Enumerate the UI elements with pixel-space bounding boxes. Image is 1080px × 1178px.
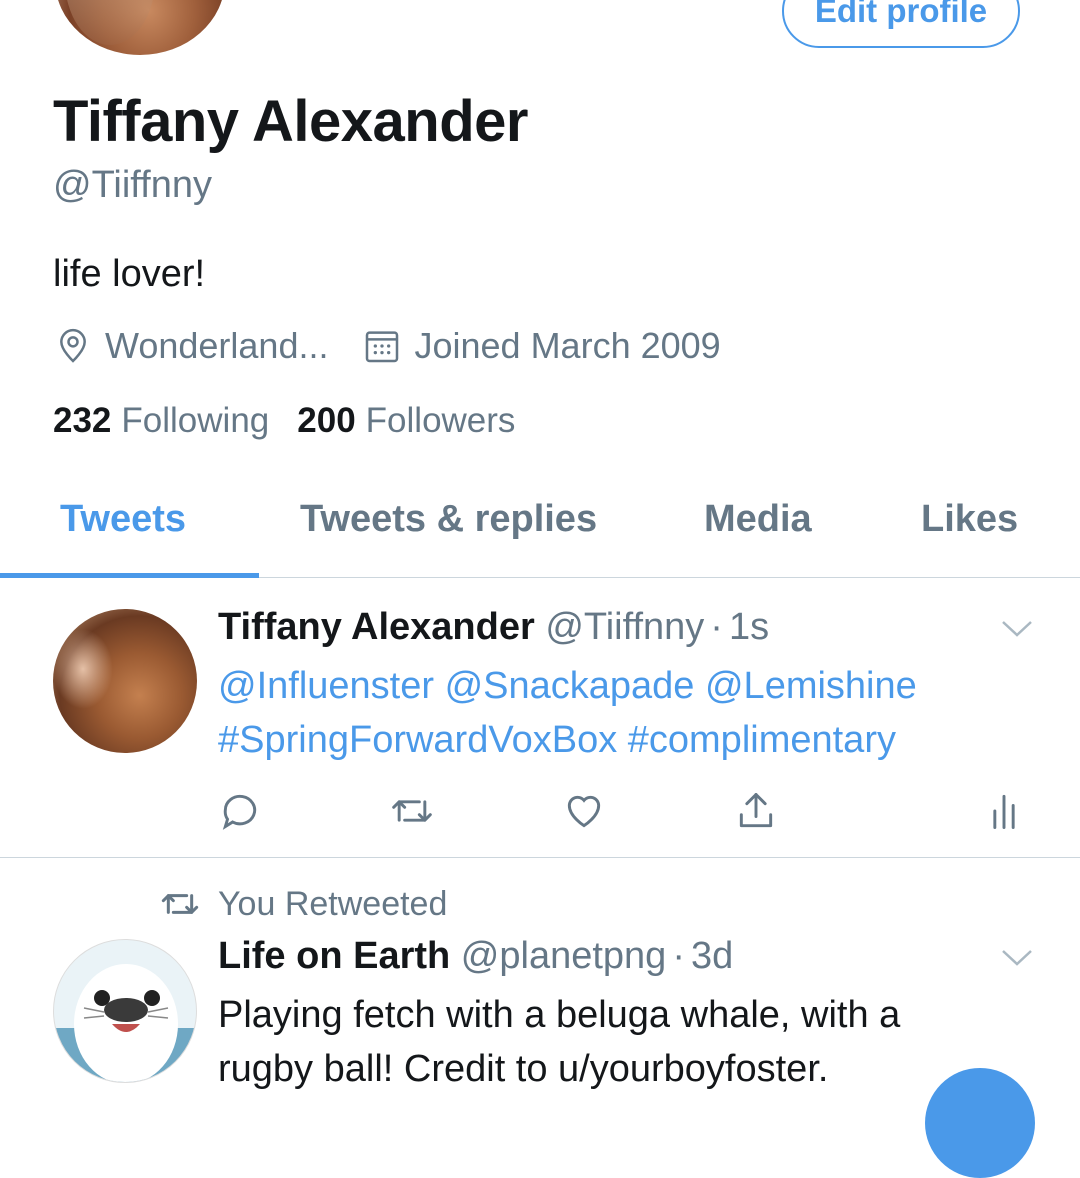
tab-tweets[interactable]: Tweets	[60, 498, 186, 541]
joined-text: Joined March 2009	[414, 325, 721, 366]
tweet-text-line-1: Playing fetch with a beluga whale, with …	[218, 994, 901, 1036]
edit-profile-button[interactable]: Edit profile	[782, 0, 1020, 48]
tweet-separator: ·	[672, 935, 685, 977]
tweet-separator: ·	[710, 606, 723, 648]
tweet-divider	[0, 857, 1080, 858]
profile-bio: life lover!	[53, 253, 206, 295]
active-tab-indicator	[0, 573, 259, 578]
tweet-author-name[interactable]: Tiffany Alexander	[218, 606, 535, 648]
following-count[interactable]: 232	[53, 401, 111, 441]
reply-icon[interactable]	[218, 789, 262, 833]
tweet-avatar[interactable]	[53, 939, 197, 1083]
profile-avatar[interactable]	[55, 0, 225, 55]
seal-icon	[74, 964, 178, 1082]
analytics-icon[interactable]	[982, 789, 1026, 833]
retweet-icon[interactable]	[390, 789, 434, 833]
share-icon[interactable]	[734, 789, 778, 833]
profile-counts: 232 Following 200 Followers	[53, 401, 543, 441]
compose-tweet-button[interactable]	[925, 1068, 1035, 1178]
tweet-text-line-1[interactable]: @Influenster @Snackapade @Lemishine	[218, 659, 917, 713]
location-pin-icon	[60, 329, 86, 363]
tweet-author-handle[interactable]: @planetpng	[461, 935, 667, 977]
profile-tabs: Tweets Tweets & replies Media Likes	[0, 480, 1080, 578]
tweet-text-line-2: rugby ball! Credit to u/yourboyfoster.	[218, 1048, 829, 1090]
retweet-context-text: You Retweeted	[218, 884, 448, 923]
tweet-timestamp[interactable]: 3d	[691, 935, 733, 977]
tweet-header: Tiffany Alexander @Tiiffnny · 1s	[218, 606, 769, 649]
tweet-author-handle[interactable]: @Tiiffnny	[545, 606, 704, 648]
tweet-text: @Influenster @Snackapade @Lemishine #Spr…	[218, 659, 917, 767]
tweet-author-name[interactable]: Life on Earth	[218, 935, 450, 977]
calendar-icon	[366, 331, 399, 363]
chevron-down-icon[interactable]	[1000, 618, 1034, 640]
tab-media[interactable]: Media	[704, 498, 812, 541]
chevron-down-icon[interactable]	[1000, 947, 1034, 969]
heart-icon[interactable]	[562, 789, 606, 833]
location-text: Wonderland...	[105, 325, 329, 366]
tab-likes[interactable]: Likes	[921, 498, 1018, 541]
profile-handle: @Tiiffnny	[53, 164, 212, 206]
tweet-avatar[interactable]	[53, 609, 197, 753]
following-label[interactable]: Following	[121, 401, 269, 441]
tweet-text-line-2[interactable]: #SpringForwardVoxBox #complimentary	[218, 713, 917, 767]
retweet-context: You Retweeted	[160, 884, 447, 924]
profile-joined: Joined March 2009	[362, 325, 721, 367]
tab-tweets-and-replies[interactable]: Tweets & replies	[300, 498, 597, 541]
profile-location: Wonderland...	[53, 325, 328, 367]
profile-meta-row: Wonderland... Joined March 2009	[53, 322, 755, 370]
followers-count[interactable]: 200	[297, 401, 355, 441]
tweet-timestamp[interactable]: 1s	[729, 606, 769, 648]
profile-display-name: Tiffany Alexander	[53, 89, 528, 154]
retweet-icon	[161, 894, 199, 914]
followers-label[interactable]: Followers	[366, 401, 516, 441]
tweet-header: Life on Earth @planetpng · 3d	[218, 935, 733, 978]
